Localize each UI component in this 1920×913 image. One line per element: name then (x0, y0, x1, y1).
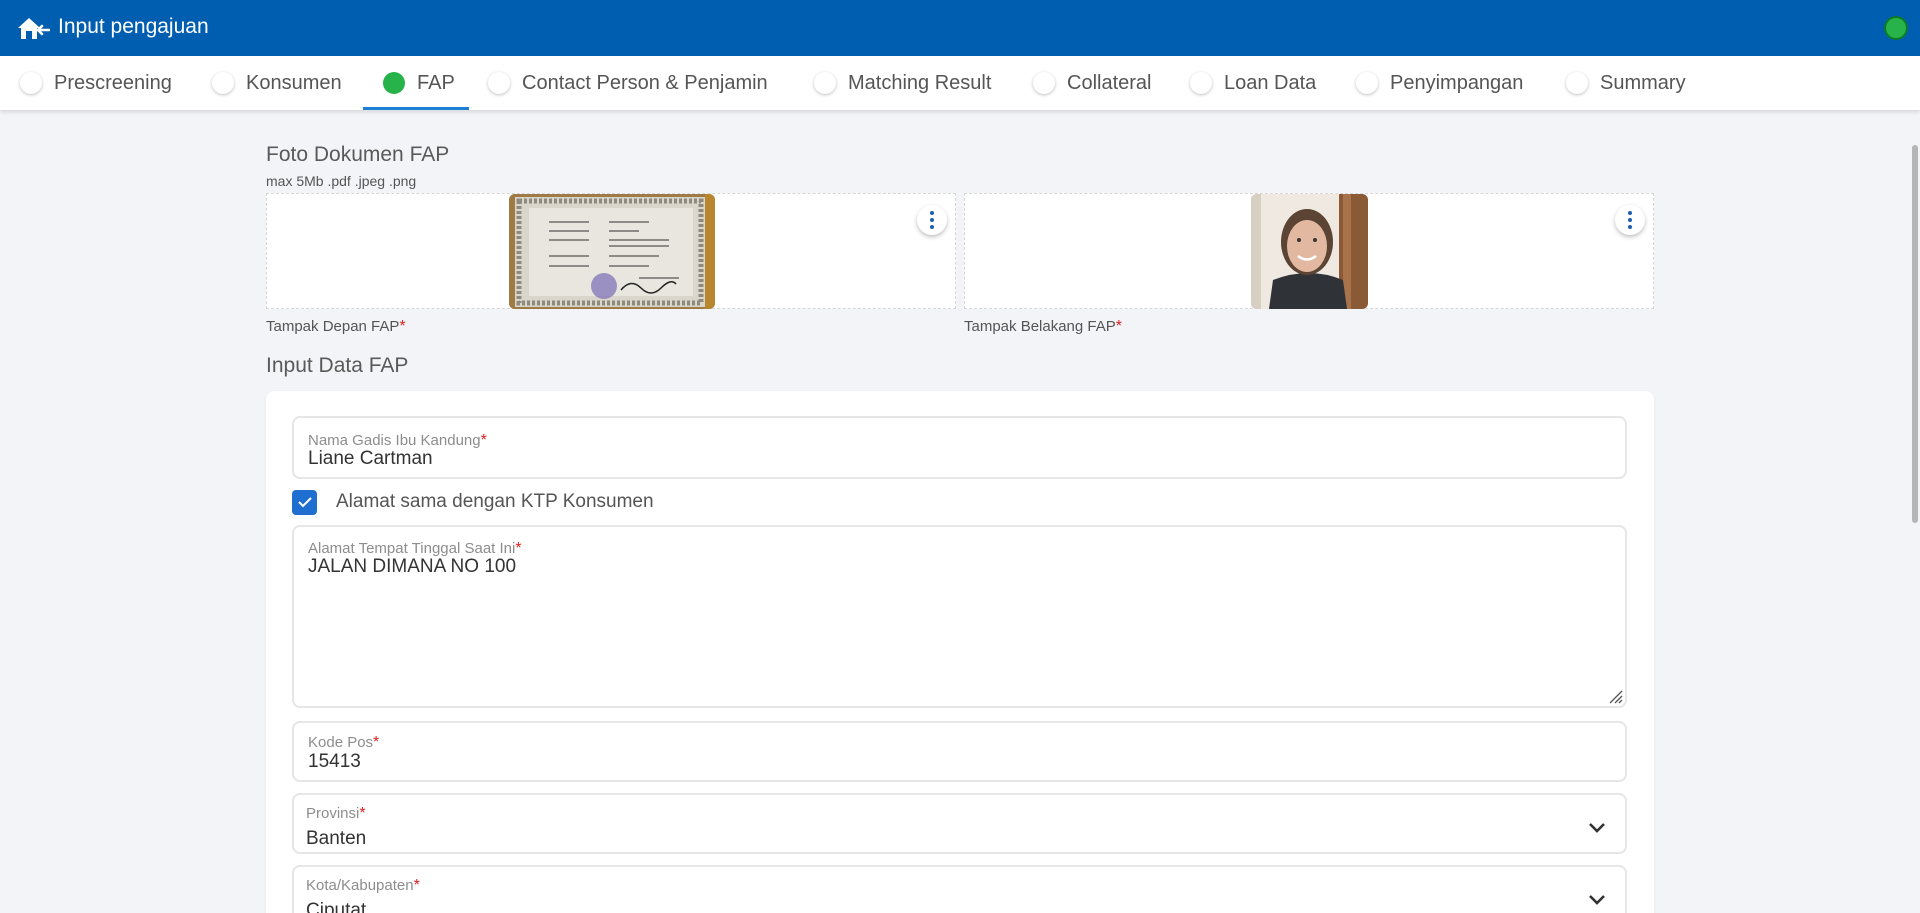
form-section-title: Input Data FAP (266, 354, 409, 377)
same-address-checkbox-row[interactable]: Alamat sama dengan KTP Konsumen (292, 489, 654, 515)
tab-prescreening[interactable]: Prescreening (20, 56, 172, 110)
status-indicator-icon (1884, 16, 1908, 40)
back-photo-upload[interactable] (964, 193, 1654, 309)
city-value: Ciputat (306, 900, 367, 913)
step-dot-icon (20, 72, 42, 94)
chevron-down-icon (1589, 895, 1605, 905)
city-label: Kota/Kabupaten* (306, 877, 420, 894)
tab-label: Collateral (1067, 71, 1152, 94)
back-photo-label: Tampak Belakang FAP (964, 318, 1116, 335)
tab-label: Contact Person & Penjamin (522, 71, 768, 94)
tab-label: Konsumen (246, 71, 342, 94)
upload-note: max 5Mb .pdf .jpeg .png (266, 173, 417, 189)
back-photo-thumbnail[interactable] (1251, 194, 1368, 309)
checkmark-icon (297, 497, 312, 508)
step-dot-icon (488, 72, 510, 94)
province-value: Banten (306, 828, 367, 849)
step-tabs: Prescreening Konsumen FAP Contact Person… (0, 56, 1920, 110)
chevron-down-icon (1589, 823, 1605, 833)
photo-section-title: Foto Dokumen FAP (266, 143, 450, 166)
step-dot-icon (1033, 72, 1055, 94)
tab-konsumen[interactable]: Konsumen (212, 56, 342, 110)
front-photo-upload[interactable] (266, 193, 956, 309)
city-select[interactable]: Kota/Kabupaten* Ciputat (292, 865, 1627, 913)
postal-code-value: 15413 (308, 751, 361, 772)
back-photo-caption: Tampak Belakang FAP* (964, 318, 1122, 336)
front-photo-label: Tampak Depan FAP (266, 318, 400, 335)
province-label: Provinsi* (306, 805, 366, 822)
postal-code-field[interactable]: Kode Pos* 15413 (292, 721, 1627, 782)
page-scrollbar[interactable] (1912, 145, 1918, 523)
required-mark: * (1115, 318, 1122, 335)
step-dot-icon (1356, 72, 1378, 94)
front-document-thumbnail[interactable] (509, 194, 715, 309)
front-photo-caption: Tampak Depan FAP* (266, 318, 406, 336)
tab-matching-result[interactable]: Matching Result (814, 56, 991, 110)
tab-label: Summary (1600, 71, 1686, 94)
required-mark: * (399, 318, 406, 335)
tab-label: Matching Result (848, 71, 992, 94)
mother-name-value: Liane Cartman (308, 448, 433, 469)
home-back-icon[interactable] (16, 14, 50, 42)
tab-label: Penyimpangan (1390, 71, 1524, 94)
postal-code-label: Kode Pos* (308, 734, 380, 751)
tab-contact-person[interactable]: Contact Person & Penjamin (488, 56, 768, 110)
step-dot-icon (814, 72, 836, 94)
tab-loan-data[interactable]: Loan Data (1190, 56, 1316, 110)
same-address-checkbox[interactable] (292, 489, 317, 515)
back-photo-more-options-icon[interactable] (1615, 205, 1645, 235)
page-title: Input pengajuan (58, 15, 209, 38)
step-dot-active-icon (383, 72, 405, 94)
tab-penyimpangan[interactable]: Penyimpangan (1356, 56, 1523, 110)
address-value: JALAN DIMANA NO 100 (308, 556, 517, 577)
province-select[interactable]: Provinsi* Banten (292, 793, 1627, 854)
address-textarea[interactable]: Alamat Tempat Tinggal Saat Ini* JALAN DI… (292, 525, 1627, 708)
resize-grip-icon[interactable] (1607, 688, 1623, 704)
tab-summary[interactable]: Summary (1566, 56, 1686, 110)
tab-label: FAP (417, 71, 455, 94)
tab-label: Loan Data (1224, 71, 1317, 94)
same-address-label: Alamat sama dengan KTP Konsumen (336, 491, 654, 512)
mother-name-field[interactable]: Nama Gadis Ibu Kandung* Liane Cartman (292, 416, 1627, 479)
tab-fap[interactable]: FAP (363, 56, 469, 110)
tab-label: Prescreening (54, 71, 172, 94)
app-header: Input pengajuan (0, 0, 1920, 56)
front-photo-more-options-icon[interactable] (917, 205, 947, 235)
step-dot-icon (1566, 72, 1588, 94)
step-dot-icon (212, 72, 234, 94)
tab-collateral[interactable]: Collateral (1033, 56, 1151, 110)
step-dot-icon (1190, 72, 1212, 94)
